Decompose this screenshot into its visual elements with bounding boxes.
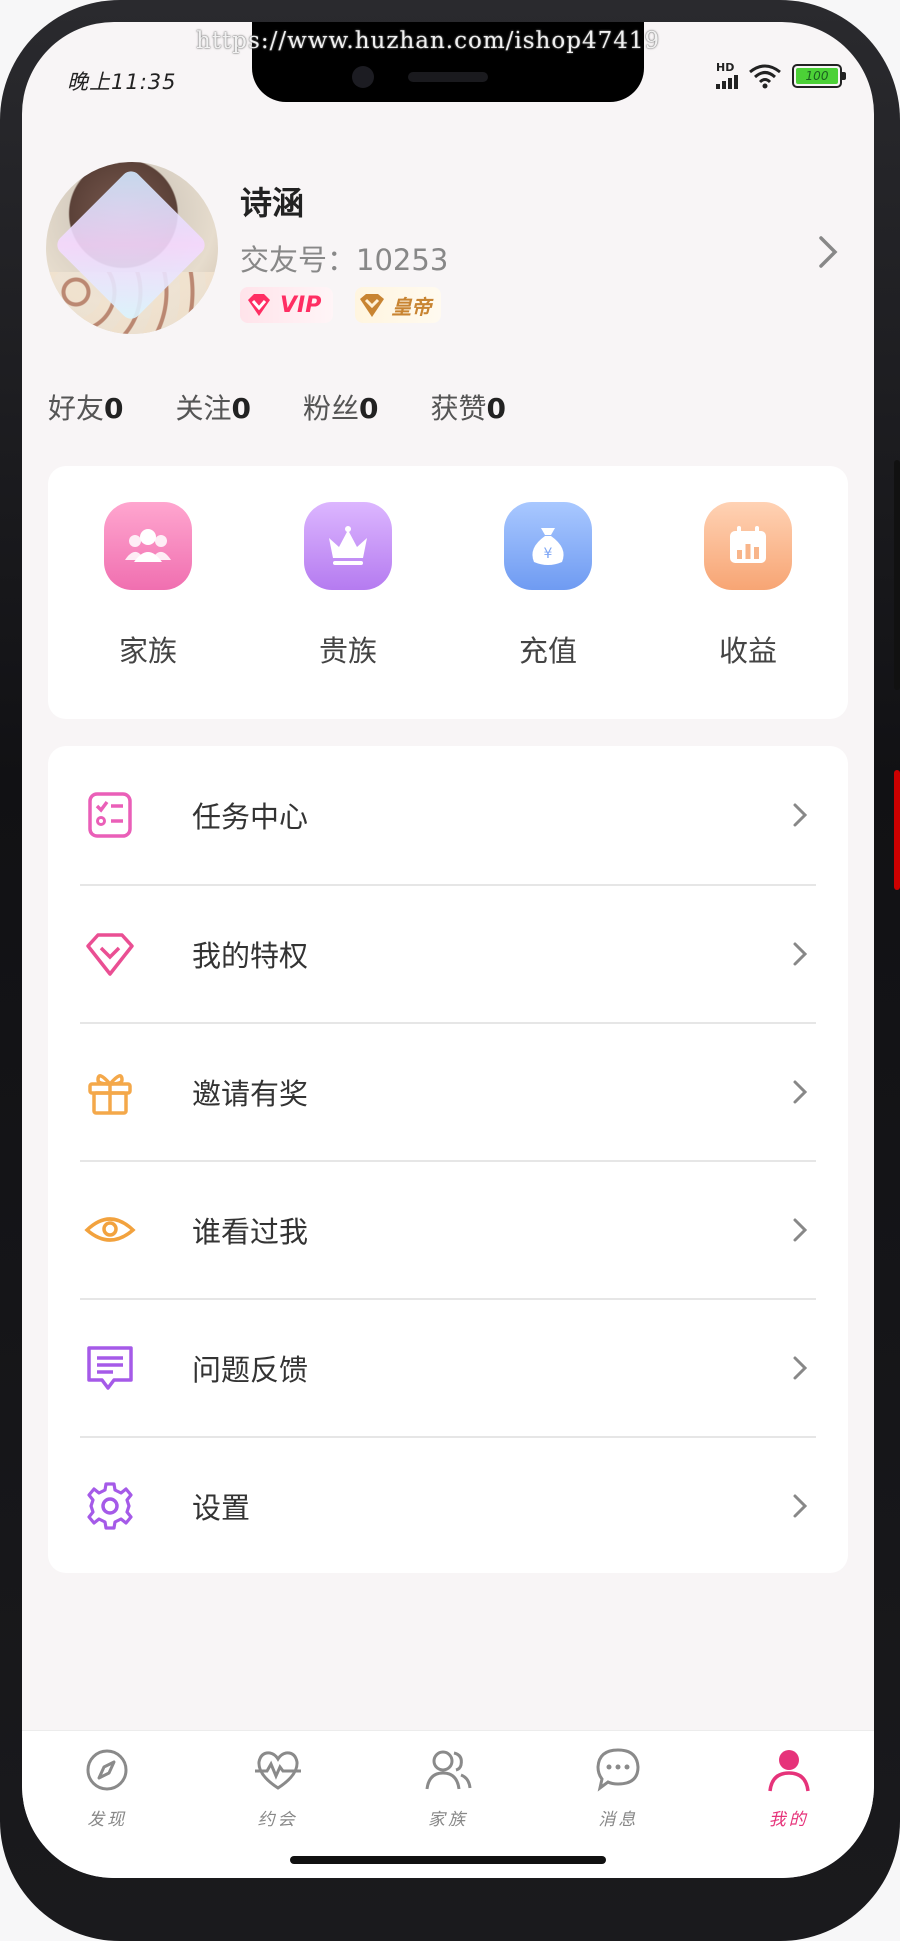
menu-item-label: 谁看过我 [192,1215,309,1249]
chevron-right-icon [793,1494,808,1518]
diamond-icon [80,928,136,980]
stat-label: 好友 [48,392,105,425]
chevron-right-icon [793,1356,808,1380]
menu-item-label: 任务中心 [192,800,309,834]
menu-item-label: 问题反馈 [192,1353,309,1387]
quick-action-1[interactable]: 贵族 [268,502,428,719]
stat-2[interactable]: 粉丝0 [303,387,379,427]
quick-actions-card: 家族 贵族 ¥ 充值 收益 [48,466,848,719]
calendar-chart-icon [704,502,792,590]
user-id-value: 10253 [356,243,449,277]
feedback-icon [80,1342,136,1394]
stat-label: 粉丝 [303,392,360,425]
device: 晚上11:35 HD 100 诗涵 交友号：10253 VIP 皇帝 好友0 关… [0,0,900,1941]
stat-0[interactable]: 好友0 [48,387,124,427]
task-list-icon [80,789,136,841]
wifi-icon [749,64,781,88]
stat-1[interactable]: 关注0 [176,387,252,427]
eye-icon [80,1204,136,1256]
app-screen: 晚上11:35 HD 100 诗涵 交友号：10253 VIP 皇帝 好友0 关… [22,22,874,1878]
stat-value: 0 [231,392,251,425]
gift-icon [80,1066,136,1118]
status-time: 晚上11:35 [67,70,177,94]
menu-item-2[interactable]: 邀请有奖 [80,1022,816,1160]
speaker-grille [408,72,488,82]
emperor-badge-text: 皇帝 [391,294,432,319]
menu-item-5[interactable]: 设置 [80,1436,816,1574]
tab-label: 我的 [768,1810,809,1830]
menu-item-1[interactable]: 我的特权 [80,884,816,1022]
quick-action-label: 家族 [118,634,177,668]
family-icon [104,502,192,590]
user-name: 诗涵 [240,184,305,222]
stat-label: 关注 [175,392,232,425]
network-type: HD [716,61,735,74]
menu-item-4[interactable]: 问题反馈 [80,1298,816,1436]
watermark: https://www.huzhan.com/ishop47419 [196,28,661,54]
profile-header[interactable]: 诗涵 交友号：10253 VIP 皇帝 [22,132,874,334]
vip-badge-text: VIP [280,292,322,318]
user-id-label: 交友号： [240,243,357,277]
money-bag-icon: ¥ [504,502,592,590]
tab-label: 消息 [598,1810,639,1830]
compass-icon [82,1745,132,1795]
emperor-badge: 皇帝 [355,287,442,323]
chevron-right-icon[interactable] [808,232,848,272]
menu-item-label: 设置 [192,1491,251,1525]
quick-action-label: 收益 [718,634,777,668]
chat-bubble-icon [593,1745,643,1795]
battery-level: 100 [796,67,838,84]
chevron-right-icon [793,1080,808,1104]
svg-text:¥: ¥ [544,546,553,562]
menu-item-label: 邀请有奖 [192,1077,309,1111]
heart-pulse-icon [253,1745,303,1795]
vip-badge: VIP [240,287,334,323]
user-id: 交友号：10253 [240,237,448,279]
home-indicator[interactable] [290,1856,606,1864]
quick-action-2[interactable]: ¥ 充值 [468,502,628,719]
quick-action-label: 贵族 [318,634,377,668]
stats-row: 好友0 关注0 粉丝0 获赞0 [48,387,558,427]
vip-gem-icon [248,294,270,316]
crown-icon [304,502,392,590]
battery-icon: 100 [792,63,846,88]
chevron-right-icon [793,803,808,827]
gear-icon [80,1480,136,1532]
badge-row: VIP 皇帝 [240,287,442,323]
user-icon [764,1745,814,1795]
stat-value: 0 [486,392,506,425]
tab-label: 发现 [87,1810,128,1830]
tab-label: 家族 [427,1810,468,1830]
quick-action-label: 充值 [518,634,577,668]
side-button [894,460,900,690]
signal-icon [716,73,738,89]
tab-label: 约会 [257,1810,298,1830]
avatar[interactable] [46,162,218,334]
stat-label: 获赞 [430,392,487,425]
quick-action-0[interactable]: 家族 [68,502,228,719]
emperor-gem-icon [360,294,385,317]
menu-card: 任务中心我的特权邀请有奖谁看过我问题反馈设置 [48,746,848,1573]
status-indicators: HD 100 [716,61,846,89]
stat-value: 0 [104,392,124,425]
quick-action-3[interactable]: 收益 [668,502,828,719]
menu-item-3[interactable]: 谁看过我 [80,1160,816,1298]
tab-0[interactable]: 发现 [47,1745,167,1878]
menu-item-0[interactable]: 任务中心 [80,746,816,884]
chevron-right-icon [793,942,808,966]
people-icon [423,1745,473,1795]
stat-value: 0 [359,392,379,425]
menu-item-label: 我的特权 [192,939,309,973]
stat-3[interactable]: 获赞0 [431,387,507,427]
power-button [894,770,900,890]
tab-4[interactable]: 我的 [729,1745,849,1878]
chevron-right-icon [793,1218,808,1242]
front-camera [352,66,374,88]
